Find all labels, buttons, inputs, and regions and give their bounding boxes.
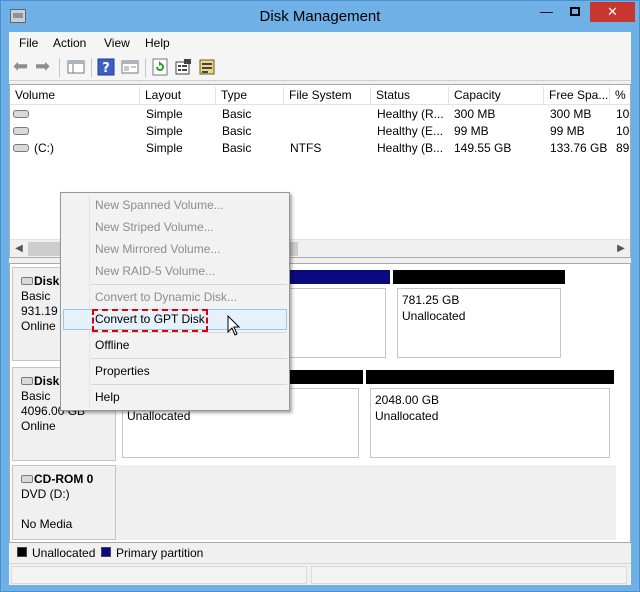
menu-item-new-raid5-volume[interactable]: New RAID-5 Volume... (63, 261, 287, 282)
type-cell: Basic (222, 124, 252, 138)
menu-bar: File Action View Help (9, 32, 631, 53)
status-bar (9, 563, 631, 585)
toolbar-separator (91, 58, 92, 77)
column-header-layout[interactable]: Layout (140, 87, 216, 105)
menu-help[interactable]: Help (145, 36, 170, 50)
legend: Unallocated Primary partition (9, 543, 631, 563)
menu-action[interactable]: Action (53, 36, 86, 50)
title-bar[interactable]: Disk Management — ✕ (1, 1, 639, 32)
menu-separator (91, 284, 287, 285)
menu-separator (91, 332, 287, 333)
menu-file[interactable]: File (19, 36, 38, 50)
status-bar-cell (311, 566, 627, 584)
maximize-button[interactable] (561, 2, 588, 22)
column-header-free-space[interactable]: Free Spa... (544, 87, 610, 105)
partition-box: 781.25 GB Unallocated (397, 288, 561, 358)
file-system-cell: NTFS (290, 141, 322, 155)
menu-view[interactable]: View (104, 36, 130, 50)
cdrom-icon (21, 475, 33, 483)
layout-cell: Simple (146, 107, 183, 121)
menu-item-help[interactable]: Help (63, 387, 287, 408)
menu-item-convert-to-dynamic-disk[interactable]: Convert to Dynamic Disk... (63, 287, 287, 308)
column-header-capacity[interactable]: Capacity (449, 87, 544, 105)
volume-row[interactable]: Simple Basic Healthy (E... 99 MB 99 MB 1… (10, 123, 630, 140)
menu-separator (91, 384, 287, 385)
menu-item-new-striped-volume[interactable]: New Striped Volume... (63, 217, 287, 238)
free-space-cell: 133.76 GB (550, 141, 608, 155)
volume-icon (13, 110, 29, 118)
legend-swatch-unallocated (17, 547, 27, 557)
legend-swatch-primary (101, 547, 111, 557)
layout-cell: Simple (146, 124, 183, 138)
mouse-cursor-icon (227, 315, 241, 336)
status-cell: Healthy (E... (377, 124, 444, 138)
column-header-status[interactable]: Status (371, 87, 449, 105)
menu-item-properties[interactable]: Properties (63, 361, 287, 382)
menu-item-new-spanned-volume[interactable]: New Spanned Volume... (63, 195, 287, 216)
column-header-percent-free[interactable]: % F (610, 87, 630, 105)
close-button[interactable]: ✕ (590, 2, 635, 22)
column-header-volume[interactable]: Volume (10, 87, 140, 105)
volume-cell (10, 123, 140, 140)
maximize-icon (569, 7, 580, 16)
cdrom-0-label[interactable]: CD-ROM 0 DVD (D:) No Media (12, 465, 116, 540)
show-hide-console-tree-icon[interactable] (67, 58, 85, 76)
menu-separator (91, 358, 287, 359)
status-cell: Healthy (B... (377, 141, 444, 155)
free-space-cell: 99 MB (550, 124, 585, 138)
toolbar-separator (145, 58, 146, 77)
capacity-cell: 99 MB (454, 124, 489, 138)
column-header-file-system[interactable]: File System (284, 87, 371, 105)
disk-1-partition-unallocated-2[interactable]: 2048.00 GB Unallocated (366, 370, 614, 462)
back-icon[interactable]: ⬅ (13, 57, 31, 76)
volume-row[interactable]: (C:) Simple Basic NTFS Healthy (B... 149… (10, 140, 630, 157)
legend-label-unallocated: Unallocated (32, 546, 96, 560)
help-icon[interactable]: ? (97, 58, 115, 76)
volume-row[interactable]: Simple Basic Healthy (R... 300 MB 300 MB… (10, 106, 630, 123)
toolbar: ⬅ ➡ ? (9, 54, 631, 81)
volume-cell (10, 106, 140, 123)
cdrom-0-area[interactable] (116, 465, 616, 540)
highlight-annotation (92, 309, 208, 332)
unallocated-bar (393, 270, 565, 284)
volume-icon (13, 127, 29, 135)
properties-icon[interactable] (174, 58, 192, 76)
partition-box: 2048.00 GB Unallocated (370, 388, 610, 458)
percent-free-cell: 100 (616, 107, 630, 121)
percent-free-cell: 100 (616, 124, 630, 138)
capacity-cell: 149.55 GB (454, 141, 512, 155)
status-bar-cell (11, 566, 307, 584)
scroll-left-icon[interactable]: ◀ (11, 241, 27, 257)
menu-item-new-mirrored-volume[interactable]: New Mirrored Volume... (63, 239, 287, 260)
type-cell: Basic (222, 107, 252, 121)
layout-cell: Simple (146, 141, 183, 155)
disk-0-partition-unallocated[interactable]: 781.25 GB Unallocated (393, 270, 565, 362)
unallocated-bar (366, 370, 614, 384)
context-menu: New Spanned Volume... New Striped Volume… (60, 192, 290, 411)
disk-icon (21, 377, 33, 385)
menu-item-offline[interactable]: Offline (63, 335, 287, 356)
minimize-button[interactable]: — (533, 2, 560, 22)
properties-view-icon[interactable] (121, 58, 139, 76)
disk-icon (21, 277, 33, 285)
scroll-right-icon[interactable]: ▶ (613, 241, 629, 257)
export-list-icon[interactable] (198, 58, 216, 76)
status-cell: Healthy (R... (377, 107, 444, 121)
volume-cell: (C:) (10, 140, 140, 157)
percent-free-cell: 89 (616, 141, 630, 155)
toolbar-separator (59, 58, 60, 77)
disk-management-window: Disk Management — ✕ File Action View Hel… (0, 0, 640, 592)
capacity-cell: 300 MB (454, 107, 496, 121)
column-header-type[interactable]: Type (216, 87, 284, 105)
volume-list-header: Volume Layout Type File System Status Ca… (10, 85, 630, 105)
forward-icon[interactable]: ➡ (35, 57, 53, 76)
type-cell: Basic (222, 141, 252, 155)
volume-icon (13, 144, 29, 152)
legend-label-primary: Primary partition (116, 546, 204, 560)
refresh-icon[interactable] (151, 58, 169, 76)
free-space-cell: 300 MB (550, 107, 592, 121)
svg-text:?: ? (102, 61, 110, 76)
